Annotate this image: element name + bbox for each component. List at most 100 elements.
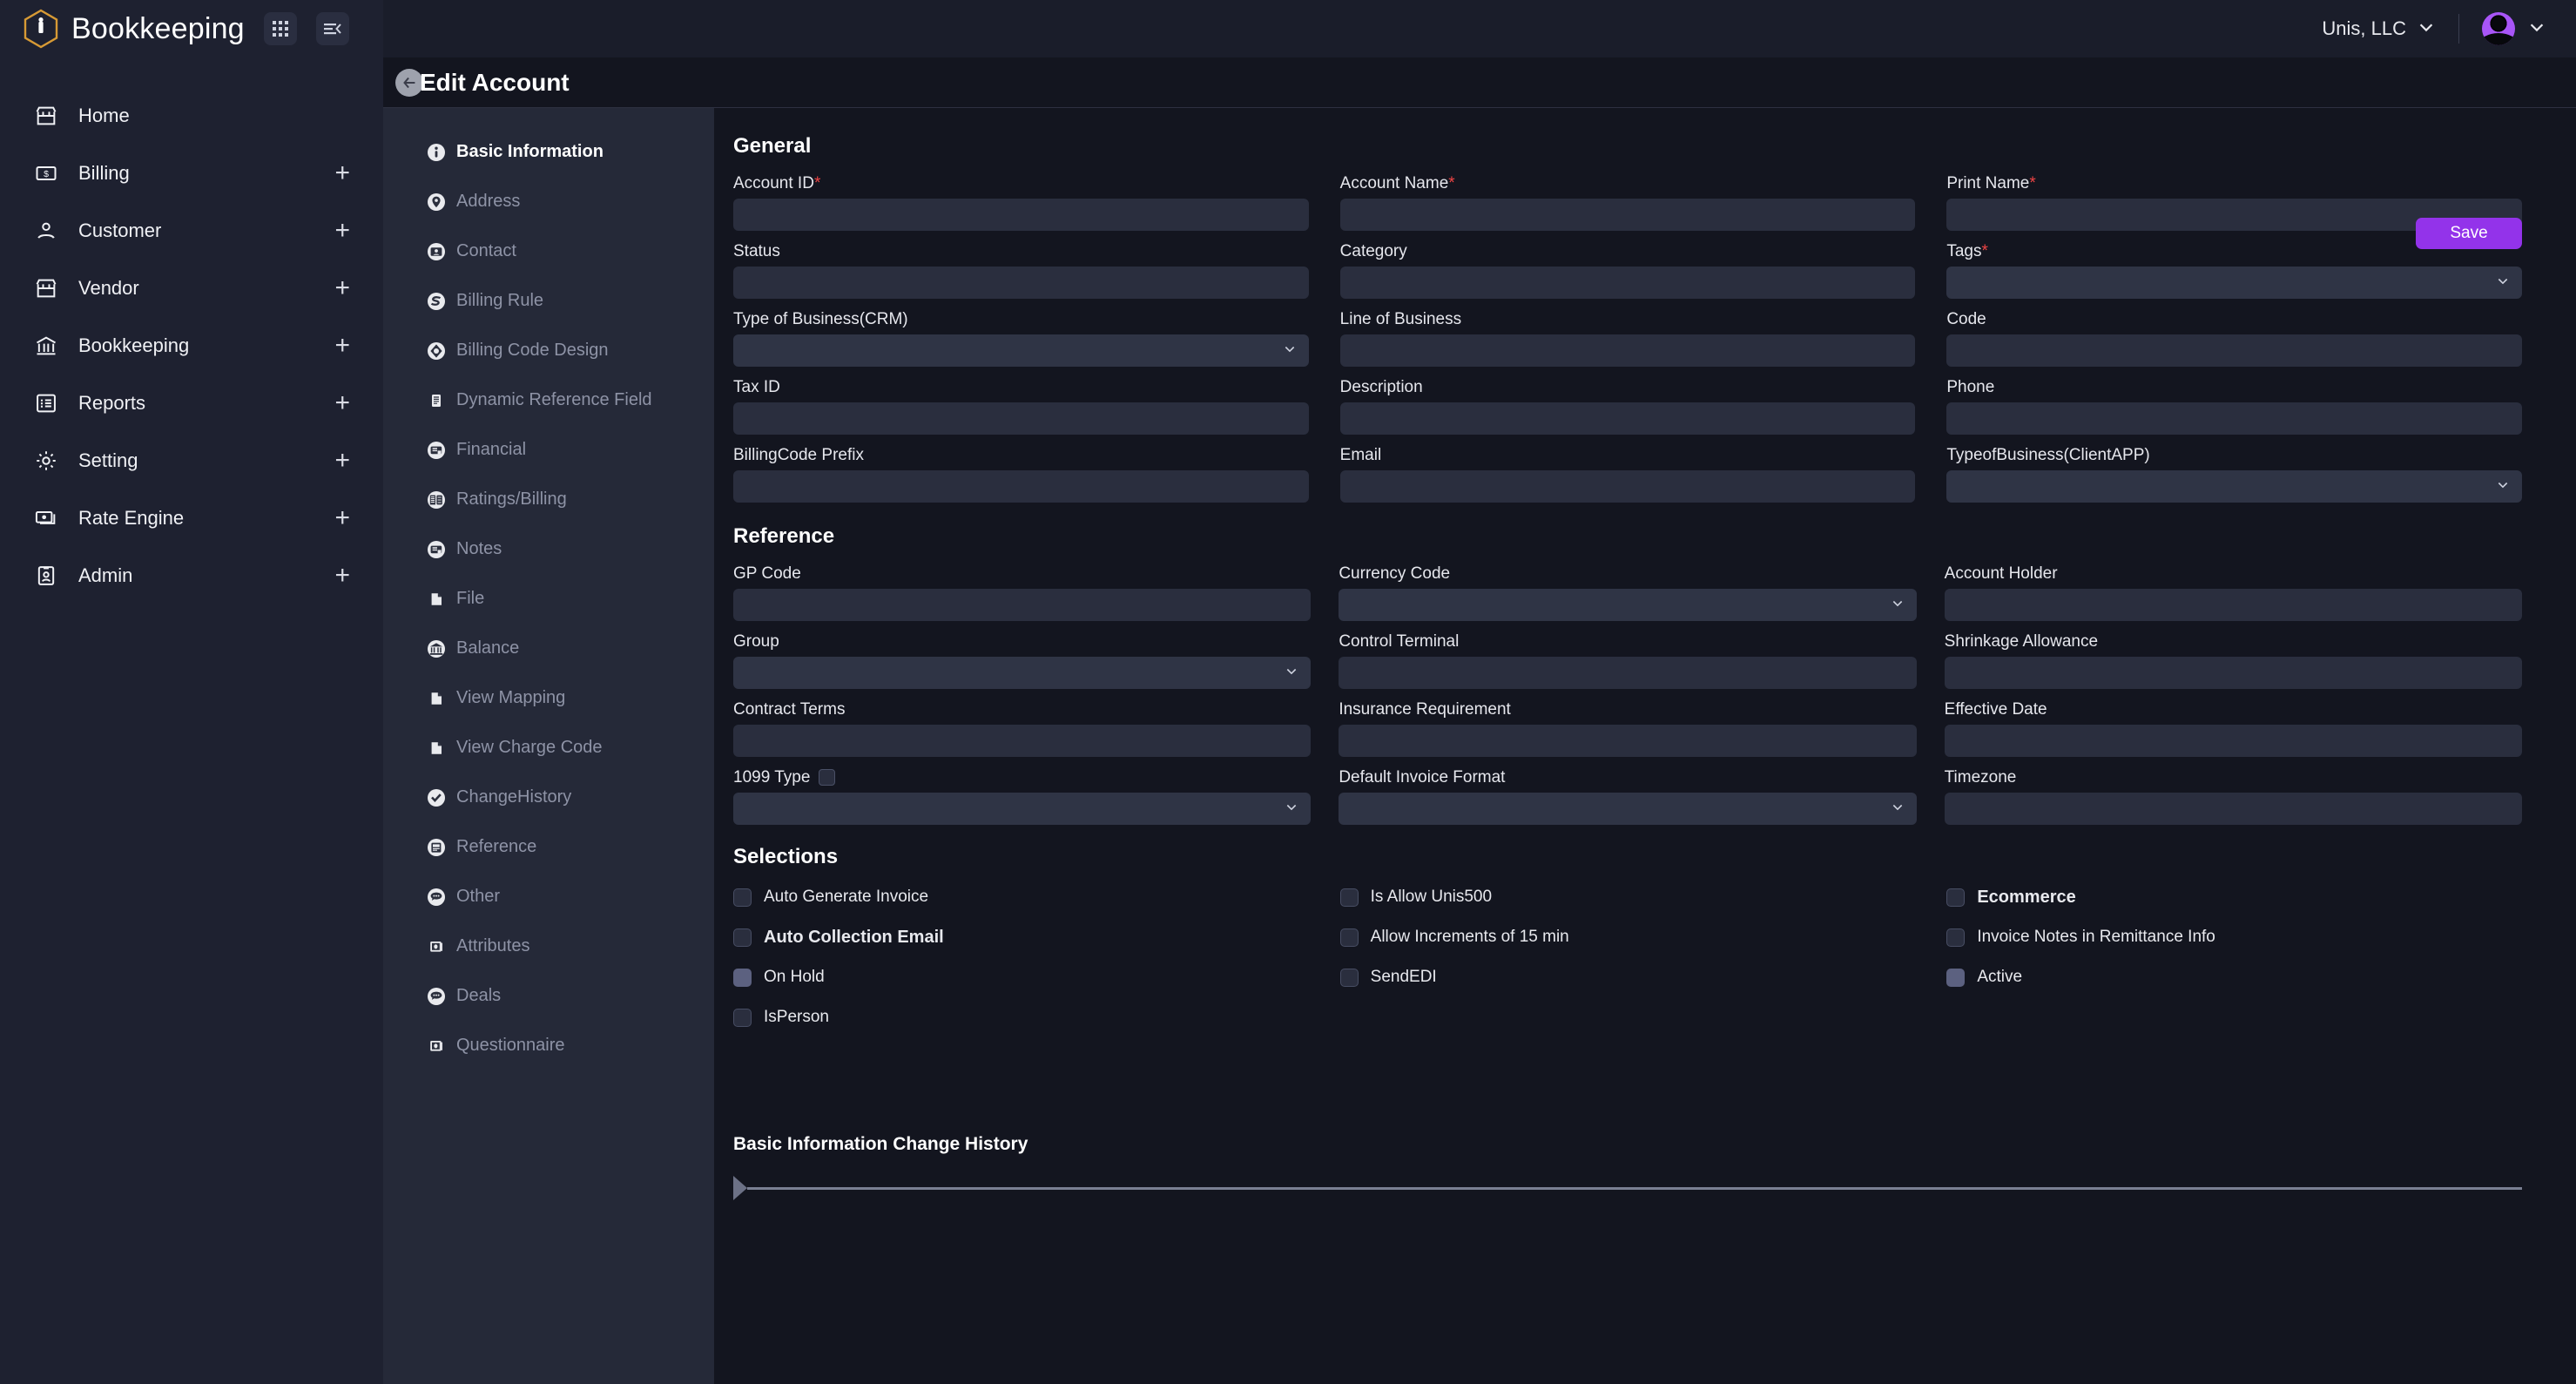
typeofbusiness-clientapp-select[interactable] bbox=[1946, 470, 2522, 503]
org-name[interactable]: Unis, LLC bbox=[2322, 17, 2406, 40]
type-of-business-crm-select[interactable] bbox=[733, 334, 1309, 367]
section-item-view-mapping[interactable]: View Mapping bbox=[383, 673, 714, 723]
checkbox-box[interactable] bbox=[1339, 928, 1359, 947]
1099-type-select[interactable] bbox=[733, 793, 1312, 825]
sidebar-expand-setting[interactable]: + bbox=[334, 448, 350, 474]
checkbox-box[interactable] bbox=[733, 1008, 752, 1027]
avatar[interactable] bbox=[2482, 12, 2515, 45]
section-item-questionnaire[interactable]: Questionnaire bbox=[383, 1021, 714, 1070]
section-item-dynamic-reference-field[interactable]: Dynamic Reference Field bbox=[383, 375, 714, 425]
section-item-other[interactable]: Other bbox=[383, 872, 714, 922]
section-item-ratings-billing[interactable]: Ratings/Billing bbox=[383, 475, 714, 524]
checkbox-label: On Hold bbox=[764, 968, 825, 986]
tags-select[interactable] bbox=[1946, 267, 2522, 299]
triangle-right-icon[interactable] bbox=[733, 1176, 747, 1200]
section-item-balance[interactable]: Balance bbox=[383, 624, 714, 673]
section-item-address[interactable]: Address bbox=[383, 177, 714, 226]
chevron-down-icon[interactable] bbox=[2417, 17, 2436, 41]
checkbox-ecommerce[interactable]: Ecommerce bbox=[1946, 885, 2522, 909]
line-of-business-input[interactable] bbox=[1339, 334, 1916, 367]
checkbox-box[interactable] bbox=[733, 968, 752, 987]
section-item-deals[interactable]: Deals bbox=[383, 971, 714, 1021]
section-item-basic-information[interactable]: Basic Information bbox=[383, 127, 714, 177]
sidebar-item-home[interactable]: Home bbox=[0, 87, 383, 145]
checkbox-box[interactable] bbox=[1339, 968, 1359, 987]
shrinkage-allowance-input[interactable] bbox=[1944, 657, 2522, 689]
required-marker: * bbox=[1981, 242, 1988, 260]
field-label: TypeofBusiness(ClientAPP) bbox=[1946, 446, 2150, 464]
account-id-input[interactable] bbox=[733, 199, 1309, 231]
sidebar-item-bookkeeping[interactable]: Bookkeeping + bbox=[0, 317, 383, 375]
sidebar-expand-rate-engine[interactable]: + bbox=[334, 505, 350, 531]
code-input[interactable] bbox=[1946, 334, 2522, 367]
attributes-icon bbox=[425, 1035, 448, 1057]
field-description: Description bbox=[1339, 378, 1916, 435]
save-button[interactable]: Save bbox=[2416, 218, 2522, 249]
section-item-label: View Mapping bbox=[456, 688, 566, 707]
section-item-billing-rule[interactable]: Billing Rule bbox=[383, 276, 714, 326]
sidebar-expand-customer[interactable]: + bbox=[334, 218, 350, 244]
checkbox-invoice-notes-in-remittance-info[interactable]: Invoice Notes in Remittance Info bbox=[1946, 925, 2522, 949]
checkbox-box[interactable] bbox=[1339, 888, 1359, 907]
sidebar-item-rate-engine[interactable]: Rate Engine + bbox=[0, 489, 383, 547]
checkbox-isperson[interactable]: IsPerson bbox=[733, 1005, 1309, 1030]
checkbox-box[interactable] bbox=[1946, 968, 1966, 987]
contract-terms-input[interactable] bbox=[733, 725, 1312, 757]
sidebar-item-customer[interactable]: Customer + bbox=[0, 202, 383, 260]
sidebar-expand-admin[interactable]: + bbox=[334, 563, 350, 589]
gp-code-input[interactable] bbox=[733, 589, 1312, 621]
currency-code-select[interactable] bbox=[1339, 589, 1917, 621]
timezone-input[interactable] bbox=[1944, 793, 2522, 825]
1099-type-checkbox[interactable] bbox=[819, 769, 836, 787]
field-label: GP Code bbox=[733, 564, 801, 583]
sidebar-item-vendor[interactable]: Vendor + bbox=[0, 260, 383, 317]
section-item-contact[interactable]: Contact bbox=[383, 226, 714, 276]
checkbox-sendedi[interactable]: SendEDI bbox=[1339, 965, 1916, 989]
default-invoice-format-select[interactable] bbox=[1339, 793, 1917, 825]
sidebar-expand-reports[interactable]: + bbox=[334, 390, 350, 416]
effective-date-input[interactable] bbox=[1944, 725, 2522, 757]
section-item-changehistory[interactable]: ChangeHistory bbox=[383, 773, 714, 822]
sidebar-item-admin[interactable]: Admin + bbox=[0, 547, 383, 604]
checkbox-auto-generate-invoice[interactable]: Auto Generate Invoice bbox=[733, 885, 1309, 909]
section-item-file[interactable]: File bbox=[383, 574, 714, 624]
checkbox-allow-increments-of-15-min[interactable]: Allow Increments of 15 min bbox=[1339, 925, 1916, 949]
checkbox-box[interactable] bbox=[1946, 928, 1966, 947]
section-item-view-charge-code[interactable]: View Charge Code bbox=[383, 723, 714, 773]
grid-apps-icon[interactable] bbox=[263, 12, 297, 45]
description-input[interactable] bbox=[1339, 402, 1916, 435]
collapse-sidebar-icon[interactable] bbox=[315, 12, 349, 45]
section-item-financial[interactable]: Financial bbox=[383, 425, 714, 475]
checkbox-on-hold[interactable]: On Hold bbox=[733, 965, 1309, 989]
status-input[interactable] bbox=[733, 267, 1309, 299]
sidebar-item-billing[interactable]: $ Billing + bbox=[0, 145, 383, 202]
group-select[interactable] bbox=[733, 657, 1312, 689]
category-input[interactable] bbox=[1339, 267, 1916, 299]
sidebar-item-reports[interactable]: Reports + bbox=[0, 375, 383, 432]
section-item-billing-code-design[interactable]: Billing Code Design bbox=[383, 326, 714, 375]
sidebar-item-setting[interactable]: Setting + bbox=[0, 432, 383, 489]
email-input[interactable] bbox=[1339, 470, 1916, 503]
sidebar-expand-billing[interactable]: + bbox=[334, 160, 350, 186]
account-holder-input[interactable] bbox=[1944, 589, 2522, 621]
sidebar-expand-vendor[interactable]: + bbox=[334, 275, 350, 301]
tax-id-input[interactable] bbox=[733, 402, 1309, 435]
checkbox-box[interactable] bbox=[733, 888, 752, 907]
checkbox-box[interactable] bbox=[1946, 888, 1966, 907]
checkbox-active[interactable]: Active bbox=[1946, 965, 2522, 989]
insurance-requirement-input[interactable] bbox=[1339, 725, 1917, 757]
control-terminal-input[interactable] bbox=[1339, 657, 1917, 689]
billingcode-prefix-input[interactable] bbox=[733, 470, 1309, 503]
account-name-input[interactable] bbox=[1339, 199, 1916, 231]
checkbox-box[interactable] bbox=[733, 928, 752, 947]
section-item-reference[interactable]: Reference bbox=[383, 822, 714, 872]
phone-input[interactable] bbox=[1946, 402, 2522, 435]
field-status: Status bbox=[733, 242, 1309, 299]
section-item-notes[interactable]: Notes bbox=[383, 524, 714, 574]
field-timezone: Timezone bbox=[1944, 768, 2522, 825]
checkbox-auto-collection-email[interactable]: Auto Collection Email bbox=[733, 925, 1309, 949]
checkbox-is-allow-unis500[interactable]: Is Allow Unis500 bbox=[1339, 885, 1916, 909]
avatar-chevron-down-icon[interactable] bbox=[2527, 17, 2546, 41]
sidebar-expand-bookkeeping[interactable]: + bbox=[334, 333, 350, 359]
section-item-attributes[interactable]: Attributes bbox=[383, 922, 714, 971]
